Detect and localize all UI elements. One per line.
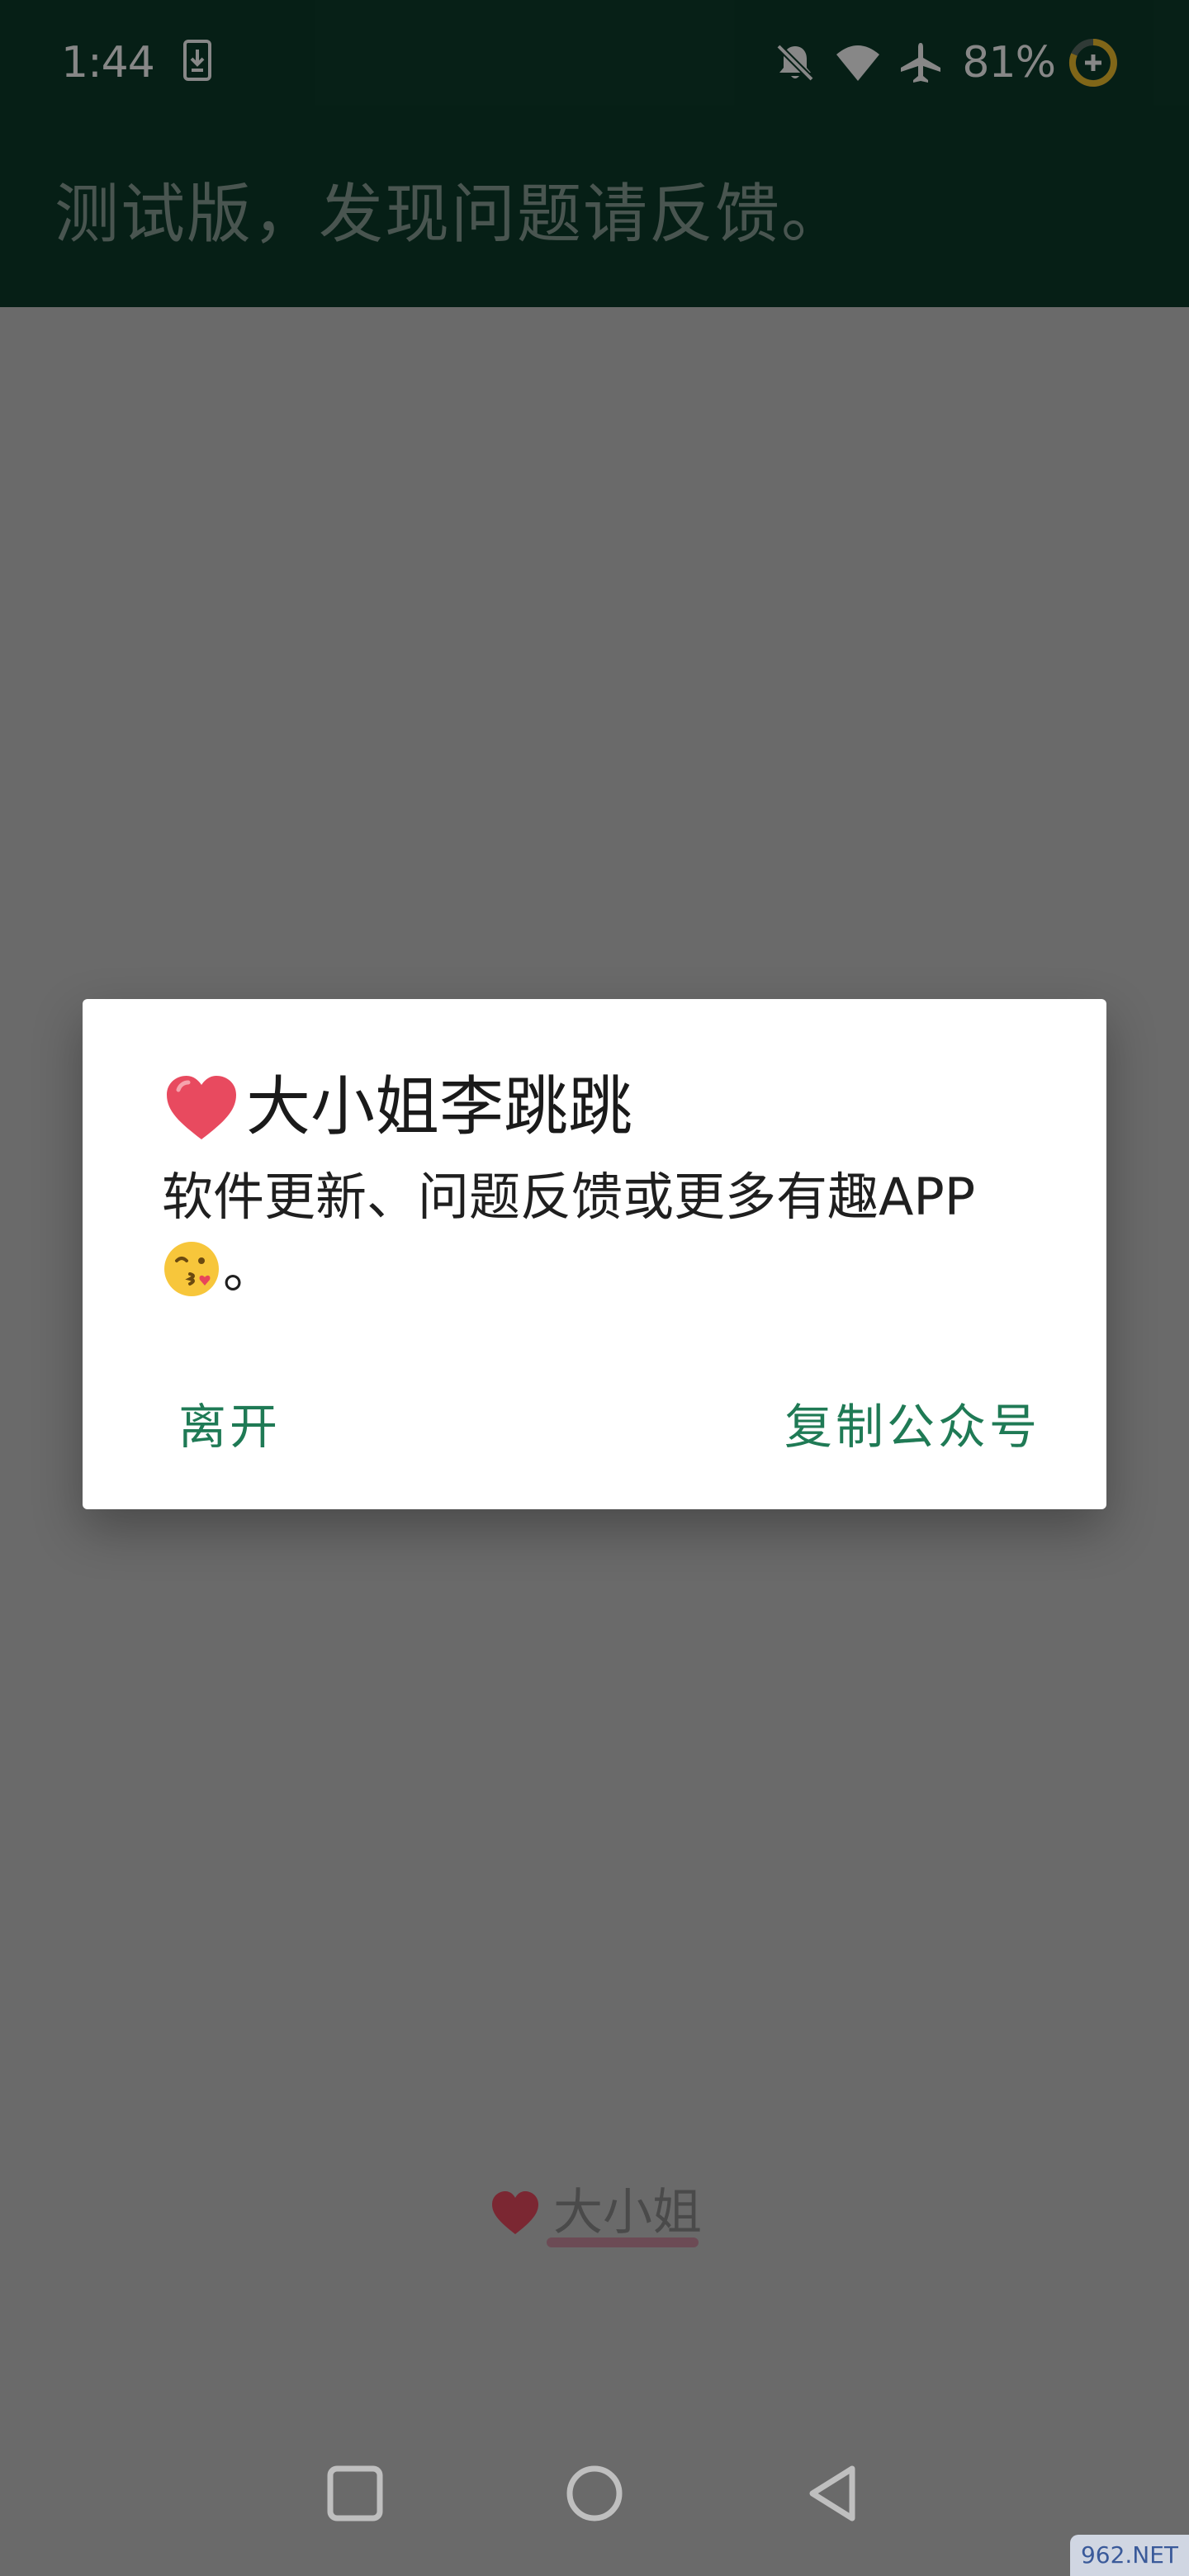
kissing-face-icon: [164, 1242, 219, 1296]
dialog-message-tail: 。: [223, 1239, 275, 1300]
home-icon[interactable]: [557, 2455, 632, 2531]
dialog-title-text: 大小姐李跳跳: [246, 1070, 633, 1144]
navigation-bar: [0, 2411, 1189, 2576]
dialog: 大小姐李跳跳 软件更新、问题反馈或更多有趣APP 。 离开 复制公众号: [83, 999, 1106, 1509]
heart-icon: [167, 1076, 236, 1139]
recents-icon[interactable]: [317, 2455, 393, 2531]
back-icon[interactable]: [796, 2455, 872, 2531]
dialog-message: 软件更新、问题反馈或更多有趣APP 。: [162, 1161, 1054, 1306]
dialog-message-text: 软件更新、问题反馈或更多有趣APP: [162, 1167, 976, 1227]
copy-account-button[interactable]: 复制公众号: [784, 1385, 1040, 1468]
leave-button[interactable]: 离开: [178, 1385, 281, 1468]
dialog-title: 大小姐李跳跳: [162, 1062, 632, 1153]
watermark: 962.NET: [1070, 2535, 1189, 2576]
